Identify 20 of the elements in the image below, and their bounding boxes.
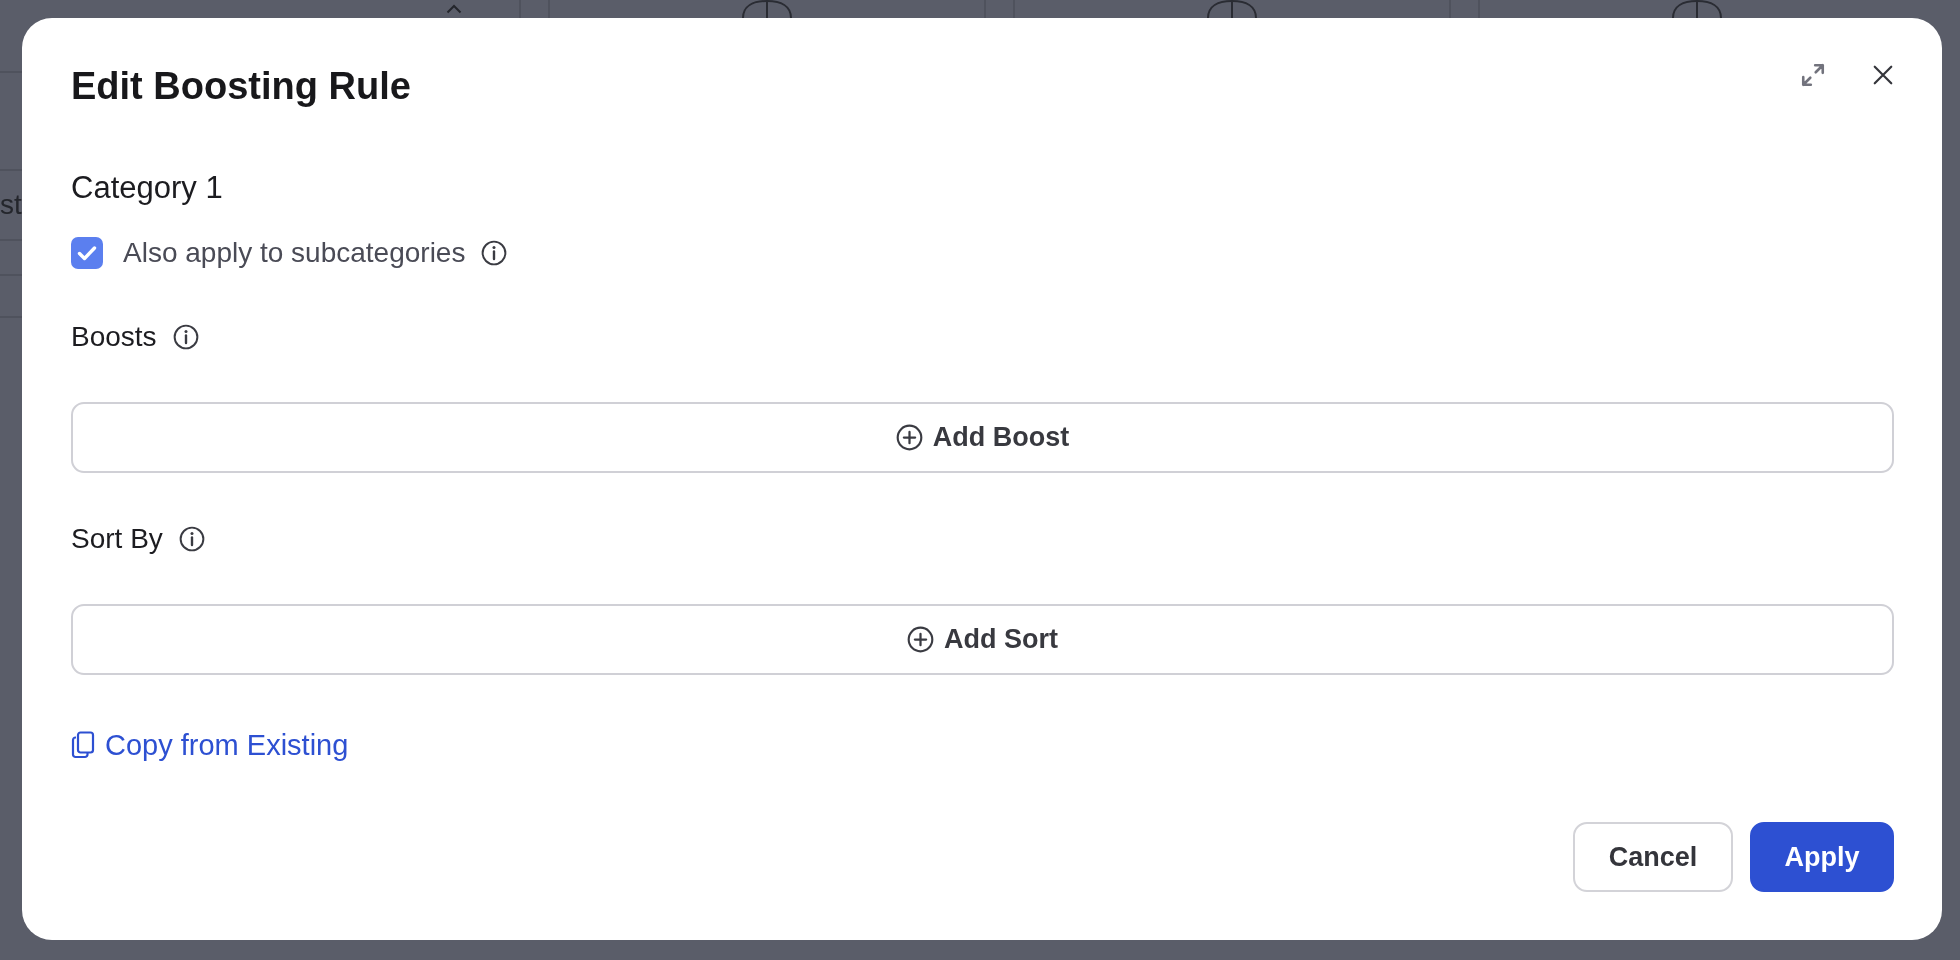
checkbox-label: Also apply to subcategories [123, 236, 466, 270]
column-heading: st [0, 189, 22, 221]
section-label: Sort By [71, 522, 163, 556]
category-name: Category 1 [71, 169, 223, 207]
expand-icon[interactable] [1800, 62, 1826, 88]
info-icon[interactable] [172, 324, 199, 350]
checkbox[interactable] [71, 237, 103, 269]
dialog-title: Edit Boosting Rule [71, 64, 411, 109]
info-icon[interactable] [481, 240, 508, 266]
close-icon[interactable] [1872, 64, 1894, 86]
plus-circle-icon [907, 626, 934, 653]
plus-circle-icon [895, 424, 923, 451]
info-icon[interactable] [178, 526, 205, 552]
section-label: Boosts [71, 320, 157, 354]
add-button[interactable]: Add Boost [71, 402, 1894, 473]
apply-button[interactable]: Apply [1750, 822, 1894, 892]
cancel-button[interactable]: Cancel [1573, 822, 1733, 892]
add-button[interactable]: Add Sort [71, 604, 1894, 675]
copy-icon [71, 731, 95, 759]
copy-link[interactable]: Copy from Existing [71, 727, 349, 763]
